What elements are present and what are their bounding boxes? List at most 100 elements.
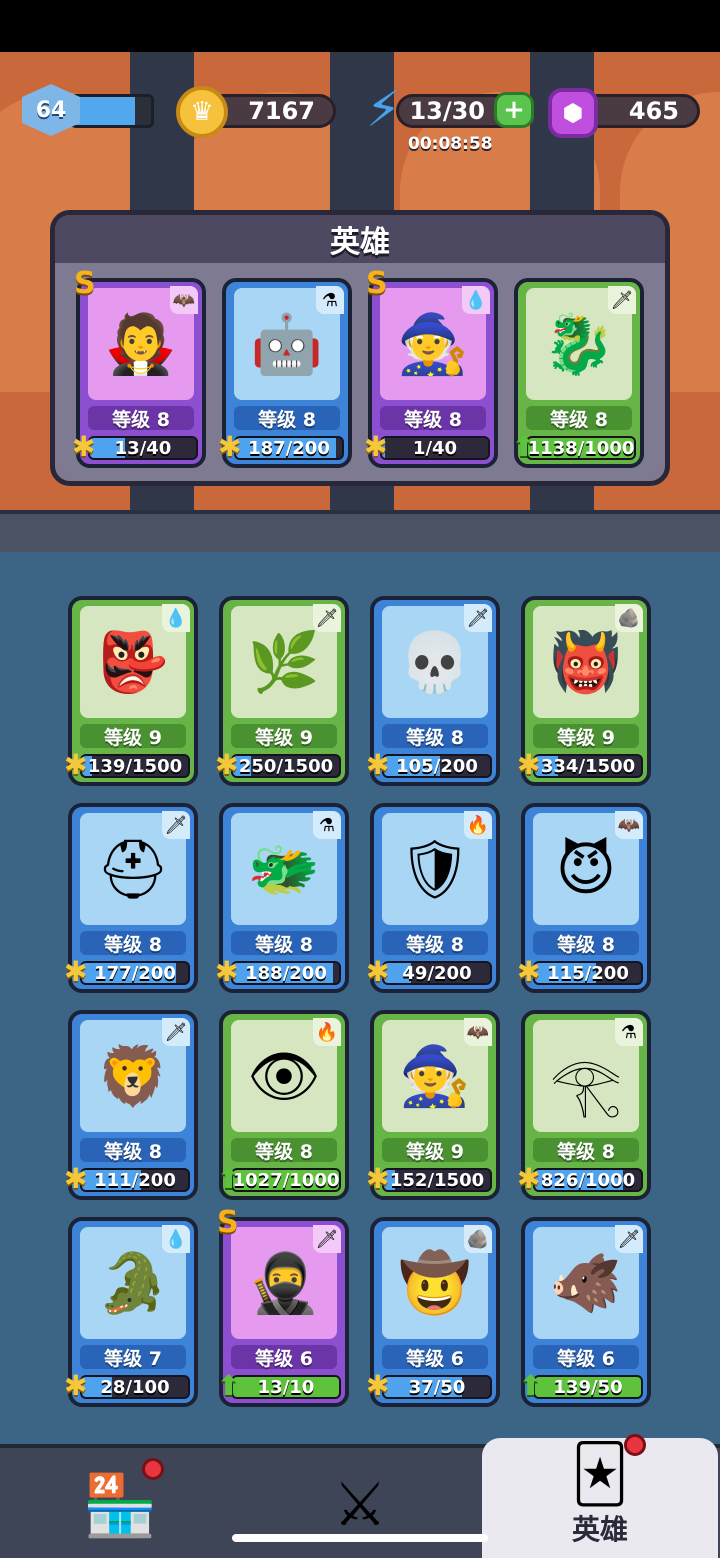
- upgrade-arrow-icon: ⬆: [217, 1369, 241, 1402]
- hero-level: 等级 9: [382, 1138, 488, 1163]
- hero-level: 等级 8: [526, 406, 632, 431]
- shard-progress-bar: 37/50: [382, 1375, 492, 1399]
- shard-progress-text: 152/1500: [389, 1169, 485, 1191]
- shard-progress-bar: 139/50: [533, 1375, 643, 1399]
- puzzle-piece-icon: ✱: [64, 1369, 88, 1402]
- shard-progress-bar: 1027/1000: [231, 1168, 341, 1192]
- shard-progress-text: 250/1500: [238, 755, 334, 777]
- hero-level: 等级 8: [382, 931, 488, 956]
- panel-title: 英雄: [55, 215, 665, 263]
- add-energy-button[interactable]: +: [494, 92, 534, 128]
- shard-progress-text: 188/200: [245, 962, 327, 984]
- shard-progress-text: 1/40: [412, 437, 458, 459]
- shard-progress-text: 187/200: [248, 437, 330, 459]
- hero-card[interactable]: 🥷 🗡 等级 6 13/10 ⬆ S: [217, 1205, 349, 1407]
- xp-bar: [70, 94, 154, 128]
- hero-card[interactable]: 🐲 ⚗ 等级 8 188/200 ✱: [215, 803, 349, 993]
- upgrade-arrow-icon: ⬆: [512, 430, 536, 463]
- hero-card[interactable]: 🧙 🦇 等级 9 152/1500 ✱: [366, 1010, 500, 1200]
- hero-card[interactable]: 😈 🦇 等级 8 115/200 ✱: [517, 803, 651, 993]
- nav-shop-tab[interactable]: 🏪: [40, 1448, 200, 1558]
- hero-level: 等级 8: [382, 724, 488, 749]
- sword-icon: 🗡: [608, 286, 636, 314]
- rock-icon: 🪨: [615, 604, 643, 632]
- puzzle-piece-icon: ✱: [366, 1162, 390, 1195]
- gem-icon[interactable]: ⬢: [548, 88, 598, 138]
- shard-progress-bar: 177/200: [80, 961, 190, 985]
- hero-card[interactable]: 🦁 🗡 等级 8 111/200 ✱: [64, 1010, 198, 1200]
- fire-icon: 🔥: [313, 1018, 341, 1046]
- nav-heroes-label: 英雄: [571, 1513, 628, 1546]
- puzzle-piece-icon: ✱: [218, 430, 242, 463]
- hero-level: 等级 9: [80, 724, 186, 749]
- shard-progress-text: 13/10: [257, 1376, 315, 1398]
- puzzle-piece-icon: ✱: [64, 748, 88, 781]
- hero-level: 等级 6: [382, 1345, 488, 1370]
- hero-card[interactable]: 🌿 🗡 等级 9 250/1500 ✱: [215, 596, 349, 786]
- hero-level: 等级 6: [231, 1345, 337, 1370]
- hero-card[interactable]: 👹 🪨 等级 9 334/1500 ✱: [517, 596, 651, 786]
- hero-card[interactable]: 💀 🗡 等级 8 105/200 ✱: [366, 596, 500, 786]
- hero-card[interactable]: 𓂀 ⚗ 等级 8 826/1000 ✱: [517, 1010, 651, 1200]
- shard-progress-text: 334/1500: [540, 755, 636, 777]
- potion-icon: ⚗: [316, 286, 344, 314]
- puzzle-piece-icon: ✱: [215, 955, 239, 988]
- player-level-badge[interactable]: 64: [22, 84, 80, 136]
- hero-card[interactable]: 🧛 🦇 等级 8 13/40 ✱ S: [72, 266, 206, 468]
- hero-card[interactable]: 🐉 🗡 等级 8 1138/1000 ⬆: [512, 278, 644, 468]
- shard-progress-text: 37/50: [408, 1376, 466, 1398]
- shard-progress-text: 826/1000: [540, 1169, 636, 1191]
- hero-card[interactable]: 🤖 ⚗ 等级 8 187/200 ✱: [218, 278, 352, 468]
- shard-progress-text: 111/200: [94, 1169, 176, 1191]
- hero-card[interactable]: ⛑ 🗡 等级 8 177/200 ✱: [64, 803, 198, 993]
- hero-card[interactable]: 🤠 🪨 等级 6 37/50 ✱: [366, 1217, 500, 1407]
- shard-progress-bar: 13/40: [88, 436, 198, 460]
- puzzle-piece-icon: ✱: [215, 748, 239, 781]
- hero-card[interactable]: 🐗 🗡 等级 6 139/50 ⬆: [519, 1217, 651, 1407]
- shard-progress-text: 139/50: [553, 1376, 623, 1398]
- hero-card[interactable]: 🐊 💧 等级 7 28/100 ✱: [64, 1217, 198, 1407]
- sword-icon: 🗡: [313, 1225, 341, 1253]
- hero-cards-icon: 🃏: [571, 1442, 629, 1507]
- castle-floor: [0, 510, 720, 552]
- fire-icon: 🔥: [464, 811, 492, 839]
- hero-card[interactable]: 👁 🔥 等级 8 1027/1000 ⬆: [217, 1010, 349, 1200]
- water-icon: 💧: [162, 604, 190, 632]
- shard-progress-text: 1027/1000: [232, 1169, 340, 1191]
- potion-icon: ⚗: [615, 1018, 643, 1046]
- sword-icon: 🗡: [464, 604, 492, 632]
- hero-card[interactable]: 🛡 🔥 等级 8 49/200 ✱: [366, 803, 500, 993]
- shard-progress-text: 115/200: [547, 962, 629, 984]
- rock-icon: 🪨: [464, 1225, 492, 1253]
- hero-level: 等级 8: [533, 931, 639, 956]
- puzzle-piece-icon: ✱: [64, 1162, 88, 1195]
- hero-level: 等级 8: [88, 406, 194, 431]
- shard-progress-text: 139/1500: [87, 755, 183, 777]
- puzzle-piece-icon: ✱: [366, 748, 390, 781]
- hero-level: 等级 8: [231, 931, 337, 956]
- sword-icon: 🗡: [615, 1225, 643, 1253]
- shard-progress-bar: 49/200: [382, 961, 492, 985]
- shard-progress-bar: 1/40: [380, 436, 490, 460]
- shard-progress-text: 49/200: [402, 962, 472, 984]
- hero-card[interactable]: 🧙 💧 等级 8 1/40 ✱ S: [364, 266, 498, 468]
- shard-progress-bar: 826/1000: [533, 1168, 643, 1192]
- lightning-icon: ⚡: [366, 80, 402, 138]
- puzzle-piece-icon: ✱: [517, 748, 541, 781]
- nav-heroes-tab[interactable]: 🃏 英雄: [482, 1434, 718, 1558]
- potion-icon: ⚗: [313, 811, 341, 839]
- currency-bar: 64 7167 ♛ 13/30 ⚡ + 00:08:58 465 ⬢: [0, 84, 720, 164]
- energy-timer: 00:08:58: [408, 134, 493, 154]
- upgrade-arrow-icon: ⬆: [519, 1369, 543, 1402]
- hero-level: 等级 7: [80, 1345, 186, 1370]
- water-icon: 💧: [162, 1225, 190, 1253]
- status-bar: [0, 0, 720, 52]
- water-icon: 💧: [462, 286, 490, 314]
- hero-card[interactable]: 👺 💧 等级 9 139/1500 ✱: [64, 596, 198, 786]
- sword-icon: 🗡: [313, 604, 341, 632]
- shard-progress-bar: 28/100: [80, 1375, 190, 1399]
- upgrade-arrow-icon: ⬆: [217, 1162, 241, 1195]
- shard-progress-text: 13/40: [114, 437, 172, 459]
- hero-level: 等级 9: [231, 724, 337, 749]
- shard-progress-text: 177/200: [94, 962, 176, 984]
